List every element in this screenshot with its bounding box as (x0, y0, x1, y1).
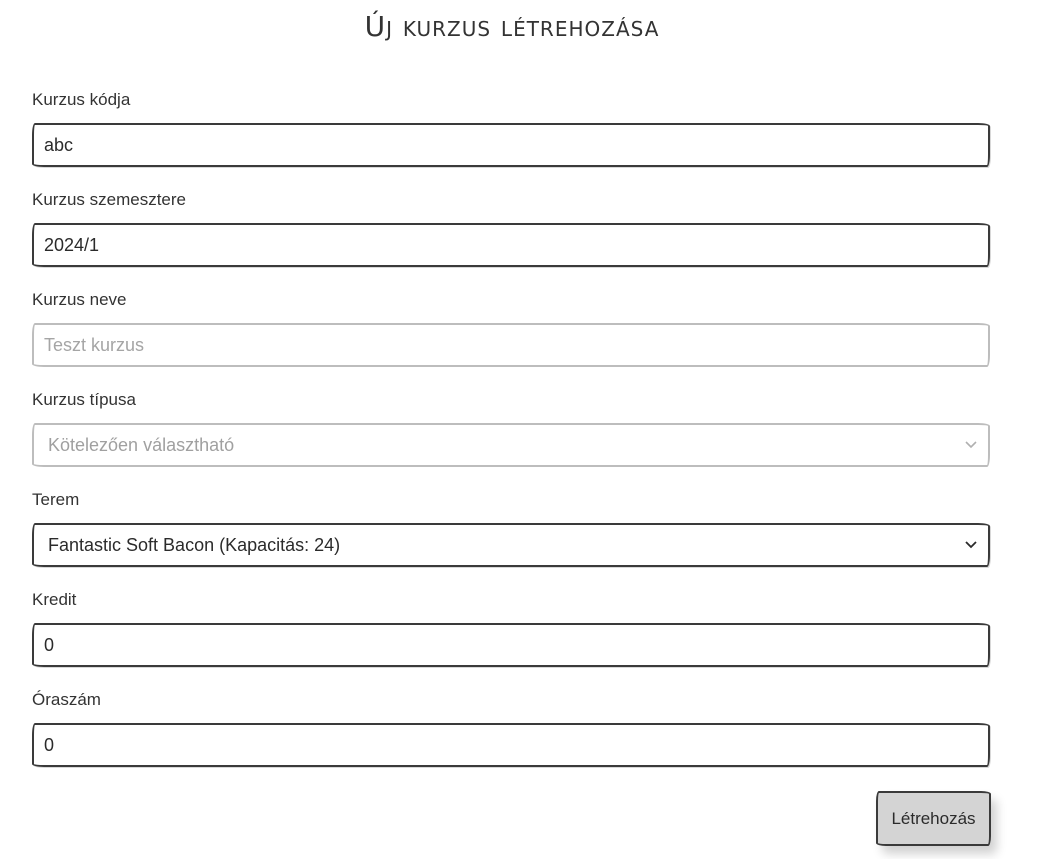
credit-label: Kredit (32, 590, 77, 609)
room-selected-value: Fantastic Soft Bacon (Kapacitás: 24) (48, 534, 341, 555)
create-button[interactable]: Létrehozás (876, 791, 991, 846)
course-code-field[interactable] (32, 123, 990, 167)
course-type-label: Kurzus típusa (32, 390, 136, 409)
chevron-down-icon (964, 438, 978, 452)
course-semester-input[interactable] (44, 234, 978, 256)
room-label: Terem (32, 490, 80, 509)
course-type-selected-value: Kötelezően választható (48, 434, 235, 455)
page-title: Új kurzus létrehozása (364, 10, 660, 43)
hours-input[interactable] (44, 734, 978, 756)
course-type-select[interactable]: Kötelezően választható (32, 423, 990, 467)
course-semester-field[interactable] (32, 223, 990, 267)
chevron-down-icon (964, 538, 978, 552)
course-name-field[interactable] (32, 323, 990, 367)
course-code-input[interactable] (44, 134, 978, 156)
hours-field[interactable] (32, 723, 990, 767)
credit-input[interactable] (44, 634, 978, 656)
hours-label: Óraszám (32, 690, 101, 709)
course-name-label: Kurzus neve (32, 290, 127, 309)
course-semester-label: Kurzus szemesztere (32, 190, 186, 209)
credit-field[interactable] (32, 623, 990, 667)
room-select[interactable]: Fantastic Soft Bacon (Kapacitás: 24) (32, 523, 990, 567)
course-name-input[interactable] (44, 334, 978, 356)
course-code-label: Kurzus kódja (32, 90, 131, 109)
